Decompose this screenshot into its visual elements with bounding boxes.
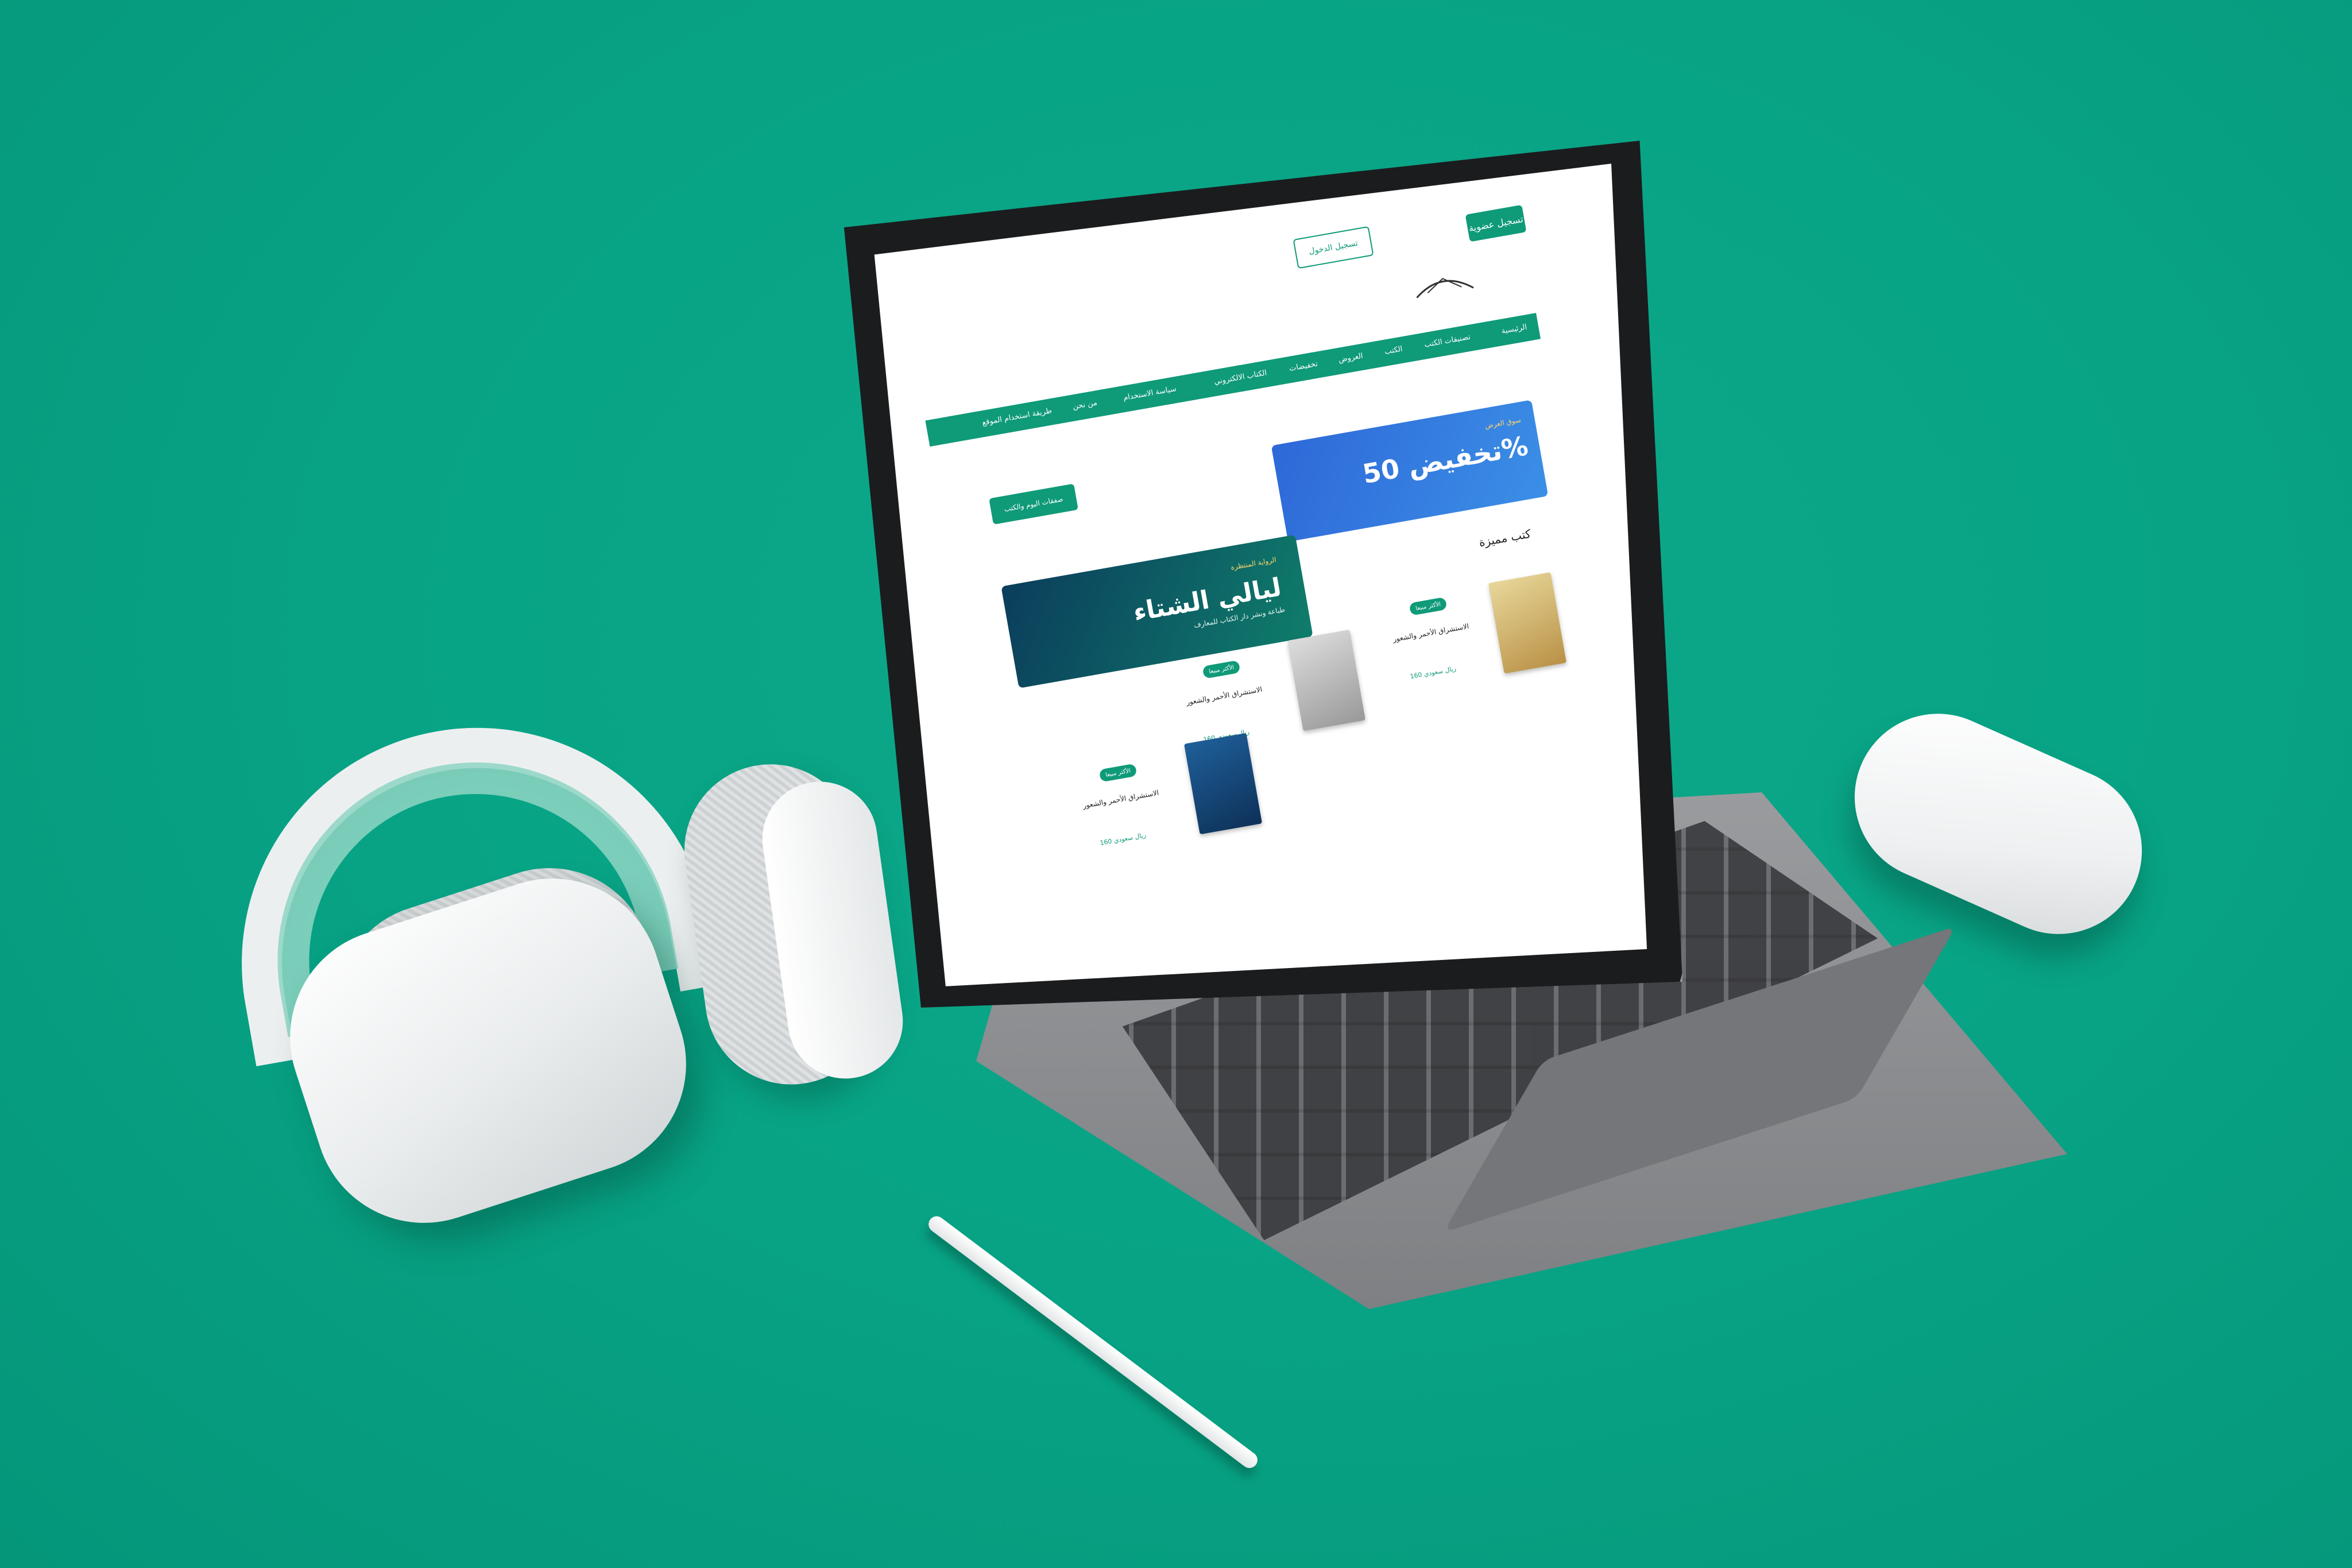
featured-books-title: كتب مميزة [1477,526,1532,549]
nav-item-home[interactable]: الرئيسية [1501,323,1528,336]
nav-item-offers[interactable]: العروض [1338,352,1364,365]
book-cover[interactable] [1287,629,1366,731]
nav-item-discounts[interactable]: تخفيضات [1289,360,1318,373]
book-title[interactable]: الاستشراق الأحمر والشعور [1392,622,1469,643]
tablet-screen: تسجيل عضوية تسجيل الدخول الرئيسية تصنيفا… [874,164,1647,986]
book-badge: الأكثر مبيعا [1098,763,1138,783]
stylus-pencil [925,1213,1261,1472]
site-logo [1416,278,1474,299]
nights-banner-subtitle: الرواية المنتظرة [1230,555,1277,572]
book-price: 160 ريال سعودي [1099,831,1147,847]
book-price: 160 ريال سعودي [1409,665,1457,680]
offer-banner[interactable]: سوق العرض تخفيض 50% [1271,400,1549,542]
deals-button[interactable]: صفقات اليوم والكتب [989,483,1078,525]
book-title[interactable]: الاستشراق الأحمر والشعور [1186,685,1263,706]
mouse [1828,687,2169,961]
nav-item-ebook[interactable]: الكتاب الالكتروني [1213,369,1267,386]
website-ui: تسجيل عضوية تسجيل الدخول الرئيسية تصنيفا… [875,164,1647,986]
nights-banner[interactable]: الرواية المنتظرة ليالي الشتاء طباعة ونشر… [1001,535,1313,688]
nav-item-categories[interactable]: تصنيفات الكتب [1423,333,1471,350]
book-badge: الأكثر مبيعا [1409,597,1448,616]
book-title[interactable]: الاستشراق الأحمر والشعور [1082,788,1159,810]
signup-button[interactable]: تسجيل عضوية [1465,204,1527,242]
nav-item-how-to[interactable]: طريقة استخدام الموقع [981,406,1053,427]
nav-item-about[interactable]: من نحن [1072,398,1098,411]
book-cover[interactable] [1488,572,1567,674]
book-cover[interactable] [1183,733,1263,835]
nav-item-books[interactable]: الكتب [1384,344,1403,356]
nav-item-usage-policy[interactable]: سياسة الاستخدام [1123,385,1177,402]
login-button[interactable]: تسجيل الدخول [1293,226,1374,269]
offer-banner-subtitle: سوق العرض [1484,416,1522,430]
offer-banner-title: تخفيض 50% [1360,430,1531,490]
book-badge: الأكثر مبيعا [1202,660,1241,679]
